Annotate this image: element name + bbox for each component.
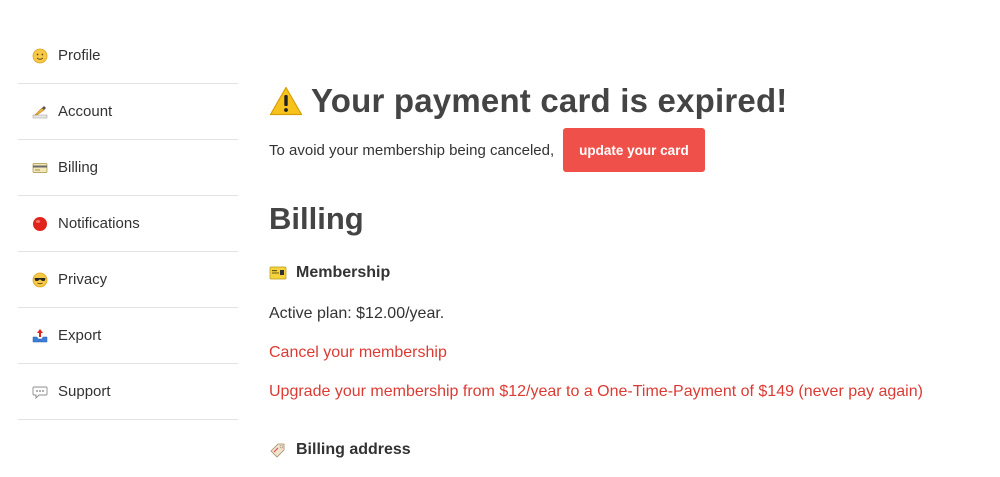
label-tag-icon bbox=[269, 443, 287, 458]
sidebar-item-label: Billing bbox=[58, 159, 99, 176]
membership-card-icon bbox=[269, 266, 287, 280]
sidebar: Profile Account Billing Notifications Pr… bbox=[18, 28, 238, 420]
speech-bubble-icon bbox=[32, 384, 48, 400]
sidebar-item-label: Profile bbox=[58, 47, 101, 64]
red-circle-icon bbox=[32, 216, 48, 232]
page-title: Billing bbox=[269, 201, 364, 236]
alert-notice: To avoid your membership being canceled, bbox=[269, 141, 555, 159]
writing-hand-icon bbox=[32, 104, 48, 120]
sidebar-item-privacy[interactable]: Privacy bbox=[18, 252, 238, 308]
outbox-tray-icon bbox=[32, 328, 48, 344]
billing-address-heading: Billing address bbox=[269, 441, 411, 459]
sidebar-item-support[interactable]: Support bbox=[18, 364, 238, 420]
sidebar-item-billing[interactable]: Billing bbox=[18, 140, 238, 196]
warning-icon bbox=[269, 86, 303, 116]
sidebar-item-account[interactable]: Account bbox=[18, 84, 238, 140]
active-plan-text: Active plan: $12.00/year. bbox=[269, 305, 445, 322]
cancel-membership-link[interactable]: Cancel your membership bbox=[269, 344, 447, 362]
sidebar-item-label: Export bbox=[58, 327, 102, 344]
smiley-face-icon bbox=[32, 48, 48, 64]
sidebar-item-label: Support bbox=[58, 383, 111, 400]
upgrade-membership-link[interactable]: Upgrade your membership from $12/year to… bbox=[269, 383, 923, 401]
update-card-button[interactable]: update your card bbox=[563, 128, 705, 172]
alert-notice-row: To avoid your membership being canceled,… bbox=[269, 128, 705, 172]
membership-heading: Membership bbox=[269, 264, 390, 282]
membership-heading-label: Membership bbox=[296, 264, 391, 281]
sidebar-item-export[interactable]: Export bbox=[18, 308, 238, 364]
sidebar-item-label: Notifications bbox=[58, 215, 140, 232]
alert-title: Your payment card is expired! bbox=[311, 82, 788, 119]
sunglasses-face-icon bbox=[32, 272, 48, 288]
expired-card-alert: Your payment card is expired! bbox=[269, 82, 788, 120]
credit-card-icon bbox=[32, 160, 48, 176]
sidebar-item-profile[interactable]: Profile bbox=[18, 28, 238, 84]
sidebar-item-notifications[interactable]: Notifications bbox=[18, 196, 238, 252]
sidebar-item-label: Account bbox=[58, 103, 113, 120]
sidebar-item-label: Privacy bbox=[58, 271, 108, 288]
billing-address-heading-label: Billing address bbox=[296, 441, 411, 458]
